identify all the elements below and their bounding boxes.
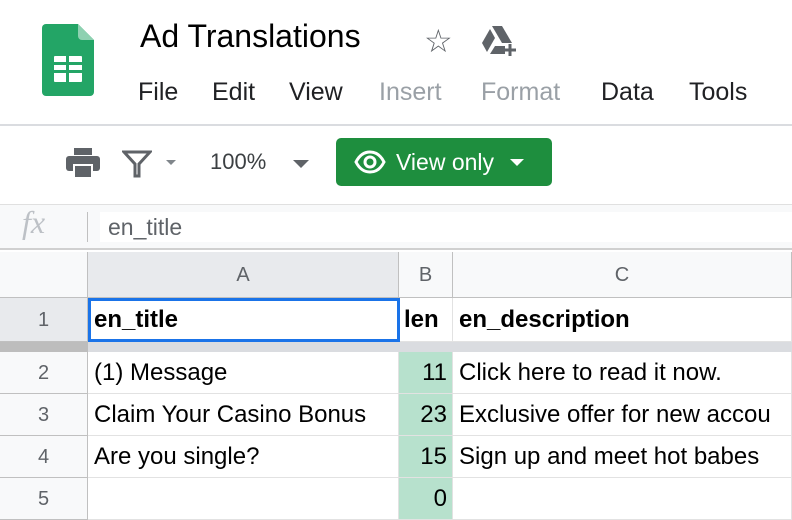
- menu-file[interactable]: File: [138, 78, 178, 107]
- row-header-3[interactable]: 3: [0, 394, 88, 436]
- zoom-dropdown-icon[interactable]: [293, 160, 309, 168]
- menu-insert[interactable]: Insert: [379, 78, 442, 107]
- sheets-logo-icon: [42, 24, 94, 101]
- menu-format[interactable]: Format: [481, 78, 560, 107]
- cell-b5[interactable]: 0: [399, 478, 453, 520]
- cell-c1[interactable]: en_description: [453, 298, 792, 342]
- column-header-b[interactable]: B: [399, 252, 453, 298]
- header-divider: [0, 124, 792, 126]
- menu-tools[interactable]: Tools: [689, 78, 747, 107]
- fx-icon: fx: [22, 204, 46, 240]
- selected-cell-outline: [88, 298, 400, 342]
- document-title[interactable]: Ad Translations: [140, 18, 361, 55]
- row-header-5[interactable]: 5: [0, 478, 88, 520]
- filter-icon[interactable]: [120, 150, 154, 183]
- chevron-down-icon: [510, 158, 525, 166]
- row-header-1[interactable]: 1: [0, 298, 88, 342]
- row-header-4[interactable]: 4: [0, 436, 88, 478]
- column-header-a[interactable]: A: [88, 252, 399, 298]
- cell-b2[interactable]: 11: [399, 352, 453, 394]
- filter-dropdown-icon[interactable]: [166, 160, 176, 165]
- cell-c2[interactable]: Click here to read it now.: [453, 352, 792, 394]
- menu-edit[interactable]: Edit: [212, 78, 255, 107]
- column-header-c[interactable]: C: [453, 252, 792, 298]
- cell-b4[interactable]: 15: [399, 436, 453, 478]
- frozen-row-divider-header[interactable]: [0, 342, 88, 352]
- cell-a5[interactable]: [88, 478, 399, 520]
- cell-c4[interactable]: Sign up and meet hot babes: [453, 436, 792, 478]
- row-header-2[interactable]: 2: [0, 352, 88, 394]
- zoom-select[interactable]: 100%: [210, 149, 266, 175]
- drive-move-icon[interactable]: [482, 26, 518, 61]
- formula-separator: [87, 212, 88, 242]
- print-icon[interactable]: [66, 148, 100, 183]
- cell-b3[interactable]: 23: [399, 394, 453, 436]
- view-only-button[interactable]: View only: [336, 138, 552, 186]
- formula-input[interactable]: en_title: [100, 212, 792, 242]
- menu-view[interactable]: View: [289, 78, 343, 107]
- cell-b1[interactable]: len: [399, 298, 453, 342]
- menu-data[interactable]: Data: [601, 78, 654, 107]
- view-only-label: View only: [396, 148, 495, 175]
- cell-c3[interactable]: Exclusive offer for new accou: [453, 394, 792, 436]
- cell-a3[interactable]: Claim Your Casino Bonus: [88, 394, 399, 436]
- cell-c5[interactable]: [453, 478, 792, 520]
- cell-a4[interactable]: Are you single?: [88, 436, 399, 478]
- eye-icon: [354, 150, 386, 174]
- frozen-row-divider[interactable]: [0, 342, 792, 352]
- cell-a2[interactable]: (1) Message: [88, 352, 399, 394]
- corner-cell[interactable]: [0, 252, 88, 298]
- star-icon[interactable]: ☆: [424, 22, 453, 60]
